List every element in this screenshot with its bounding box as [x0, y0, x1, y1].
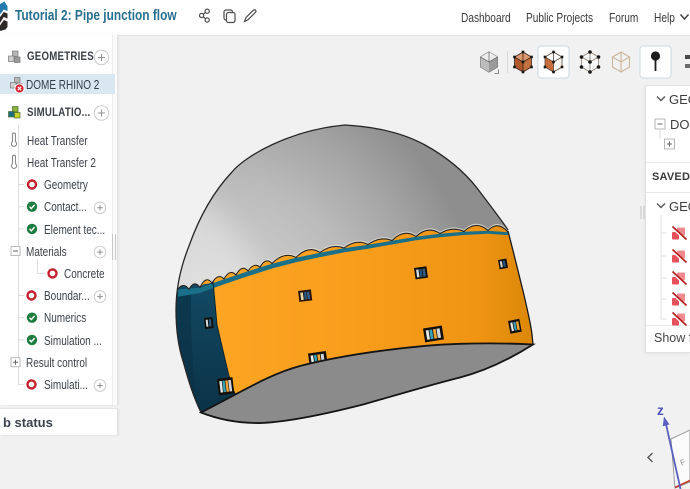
svg-text:z: z — [657, 403, 664, 418]
